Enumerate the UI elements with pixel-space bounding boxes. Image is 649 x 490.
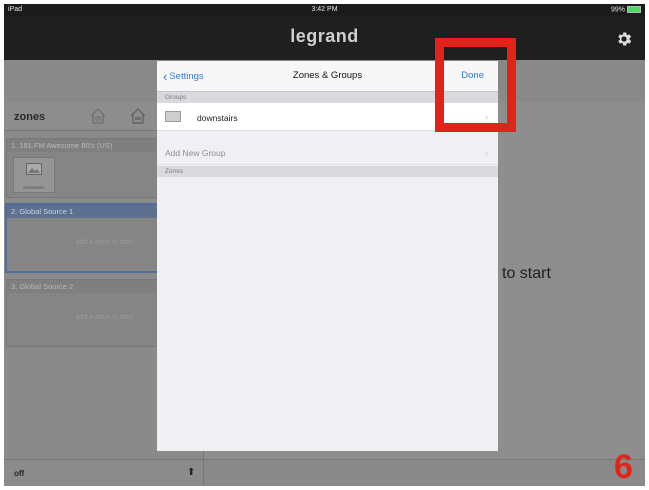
group-name: downstairs	[197, 113, 238, 123]
battery-percent: 99%	[610, 6, 625, 14]
main-footer	[204, 459, 645, 486]
app-header: legrand	[4, 16, 645, 60]
status-bar: iPad 3:42 PM 99%	[4, 4, 645, 16]
house-all-icon[interactable]	[128, 106, 148, 126]
app-title: legrand	[290, 26, 359, 46]
zones-section-header: Zones	[157, 166, 498, 177]
add-new-group-row[interactable]: Add New Group ›	[157, 141, 498, 165]
clock: 3:42 PM	[311, 6, 338, 13]
power-status[interactable]: off	[14, 469, 24, 478]
zones-title: zones	[14, 111, 46, 123]
ipad-screen: iPad 3:42 PM 99% legrand zones 1. 181.FM…	[4, 4, 645, 486]
done-highlight-box	[435, 38, 516, 132]
gear-icon[interactable]	[615, 30, 633, 48]
add-new-group-label: Add New Group	[165, 148, 226, 158]
arrow-up-icon[interactable]: ⬆	[187, 467, 195, 478]
sidebar-footer: off ⬆	[4, 459, 203, 486]
house-icon[interactable]	[88, 106, 108, 126]
chevron-right-icon: ›	[485, 148, 488, 158]
zone-icon	[26, 163, 42, 175]
step-number: 6	[614, 448, 633, 486]
zone-tile-caption: downstairs	[23, 185, 45, 190]
main-hint: to start	[502, 265, 551, 282]
zone-tile-downstairs[interactable]: downstairs	[13, 157, 55, 193]
group-icon	[165, 111, 181, 122]
battery-status: 99%	[611, 6, 641, 13]
battery-icon	[627, 6, 641, 13]
